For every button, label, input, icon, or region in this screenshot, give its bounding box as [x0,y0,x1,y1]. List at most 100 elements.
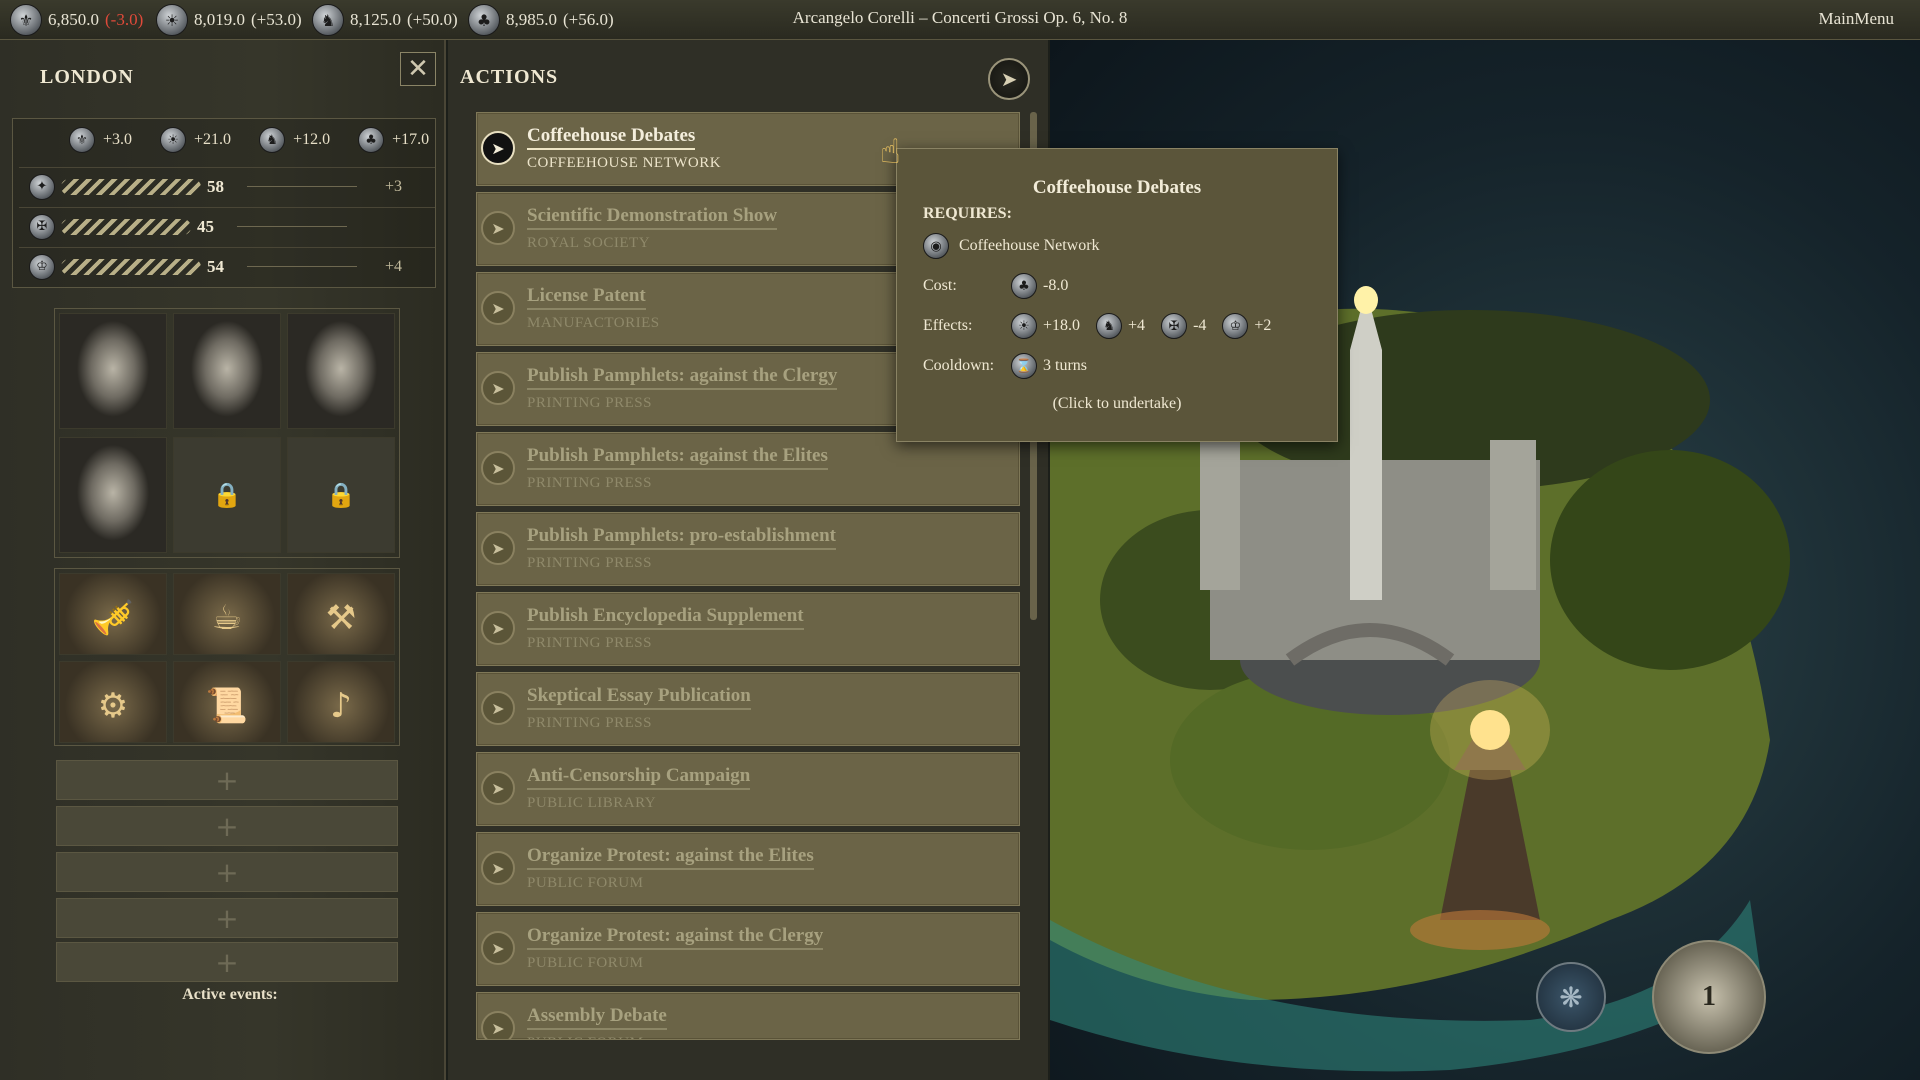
tree-icon: ♣ [468,4,500,36]
trumpet-icon: 🎺 [91,598,135,638]
empty-slot[interactable]: + [56,942,398,982]
yield-item: ♣ +17.0 [358,127,429,153]
cooldown-label: Cooldown: [923,357,995,374]
resource-tree: ♣ 8,985.0 (+56.0) [468,4,614,36]
action-category: PUBLIC FORUM [527,875,644,891]
effect-item: ♞ +4 [1096,313,1145,339]
building-workshop[interactable]: ⚒ [287,573,395,655]
action-name: Organize Protest: against the Clergy [527,925,824,950]
action-row[interactable]: ➤ Skeptical Essay Publication PRINTING PRE… [476,672,1020,746]
action-arrow-icon: ➤ [481,131,515,165]
stat-value: 58 [207,176,224,196]
action-category: PRINTING PRESS [527,635,652,651]
action-row[interactable]: ➤ Publish Pamphlets: against the Elites PR… [476,432,1020,506]
actions-title: ACTIONS [460,66,559,88]
action-category: COFFEEHOUSE NETWORK [527,155,722,171]
building-craftsman[interactable]: ⚙ [59,661,167,743]
action-category: ROYAL SOCIETY [527,235,651,251]
stat-track [247,186,357,187]
empty-slot[interactable]: + [56,806,398,846]
locked-slot: 🔒 [173,437,281,553]
workshop-icon: ⚒ [325,598,357,638]
scholar-reading-icon: 📜 [205,686,249,726]
action-name: Skeptical Essay Publication [527,685,751,710]
action-arrow-icon: ➤ [481,291,515,325]
action-name: Coffeehouse Debates [527,125,696,150]
empty-slot[interactable]: + [56,898,398,938]
resource-delta: (-3.0) [105,10,144,29]
crown-icon: ♔ [29,253,55,280]
tree-icon: ♣ [358,127,385,153]
action-row[interactable]: ➤ Anti-Censorship Campaign PUBLIC LIBRARY [476,752,1020,826]
tree-icon: ♣ [1011,273,1037,299]
cooldown-row: Cooldown: ⌛ 3 turns [923,353,1103,379]
stat-track [247,266,357,267]
close-button[interactable]: ✕ [400,52,436,86]
cross-icon: ✠ [29,213,55,240]
requires-item: Coffeehouse Network [959,237,1100,254]
main-menu-button[interactable]: MainMenu [1818,9,1894,29]
action-arrow-icon: ➤ [481,851,515,885]
scholar-icon: ♞ [312,4,344,36]
city-buildings: 🎺 ☕ ⚒ ⚙ 📜 ♪ [54,568,400,746]
yield-item: ♞ +12.0 [259,127,330,153]
resource-value: 8,019.0 [194,10,245,29]
action-name: Anti-Censorship Campaign [527,765,751,790]
action-name: Scientific Demonstration Show [527,205,778,230]
city-yields: ⚜ +3.0 ☀ +21.0 ♞ +12.0 ♣ +17.0 ✦ 58 +3 ✠ 45 … [12,118,436,288]
stat-value: 54 [207,256,224,276]
action-arrow-icon: ➤ [481,611,515,645]
action-row[interactable]: ➤ Organize Protest: against the Clergy PUB… [476,912,1020,986]
coffee-icon: ☕ [211,598,243,638]
action-arrow-icon: ➤ [481,371,515,405]
effect-value: +2 [1254,317,1272,334]
tree-icon: ❋ [1559,980,1583,1014]
requires-row: ◉ Coffeehouse Network [923,233,1100,259]
scholar-icon: ♞ [259,127,286,153]
building-scholars[interactable]: 📜 [173,661,281,743]
stat-delta: +4 [385,257,403,275]
resource-value: 8,985.0 [506,10,557,29]
building-coffeehouse[interactable]: ☕ [173,573,281,655]
resource-delta: (+50.0) [407,10,458,29]
portrait-1[interactable] [59,313,167,429]
yield-value: +17.0 [392,131,430,148]
stat-row-faith: ✠ 45 [19,207,435,245]
cooldown-value: 3 turns [1043,357,1087,374]
action-row[interactable]: ➤ Publish Pamphlets: pro-establishment PRI… [476,512,1020,586]
resource-fleur: ⚜ 6,850.0 (-3.0) [10,4,143,36]
portrait-2[interactable] [173,313,281,429]
yield-row: ⚜ +3.0 ☀ +21.0 ♞ +12.0 ♣ +17.0 [69,127,429,153]
city-name: LONDON [40,66,134,88]
fleur-de-lis-icon: ⚜ [69,127,95,153]
action-category: PRINTING PRESS [527,555,652,571]
coffeehouse-network-icon: ◉ [923,233,949,259]
actions-toggle-button[interactable]: ➤ [988,58,1030,100]
plus-icon: + [215,809,239,843]
action-category: PUBLIC FORUM [527,955,644,971]
stat-delta: +3 [385,177,403,195]
requires-label: REQUIRES: [923,205,1012,222]
portrait-3[interactable] [287,313,395,429]
action-row[interactable]: ➤ Assembly Debate PUBLIC FORUM [476,992,1020,1040]
action-name: Publish Pamphlets: against the Clergy [527,365,838,390]
portrait-4[interactable] [59,437,167,553]
action-row[interactable]: ➤ Publish Encyclopedia Supplement PRINTING… [476,592,1020,666]
hourglass-icon: ⌛ [1011,353,1037,379]
stat-value: 45 [197,216,214,236]
effects-label: Effects: [923,317,973,334]
action-row[interactable]: ➤ Organize Protest: against the Elites PUB… [476,832,1020,906]
action-name: Assembly Debate [527,1005,667,1030]
empty-slot[interactable]: + [56,852,398,892]
building-musician[interactable]: ♪ [287,661,395,743]
turn-number: 1 [1702,981,1716,1012]
yield-item: ⚜ +3.0 [69,127,132,153]
tech-tree-button[interactable]: ❋ [1536,962,1606,1032]
empty-slot[interactable]: + [56,760,398,800]
building-trumpet[interactable]: 🎺 [59,573,167,655]
resource-delta: (+56.0) [563,10,614,29]
crown-icon: ♔ [1222,313,1249,339]
effects-row: Effects: ☀ +18.0 ♞ +4 ✠ -4 ♔ +2 [923,313,1287,339]
end-turn-button[interactable]: 1 [1652,940,1766,1054]
yield-item: ☀ +21.0 [160,127,231,153]
